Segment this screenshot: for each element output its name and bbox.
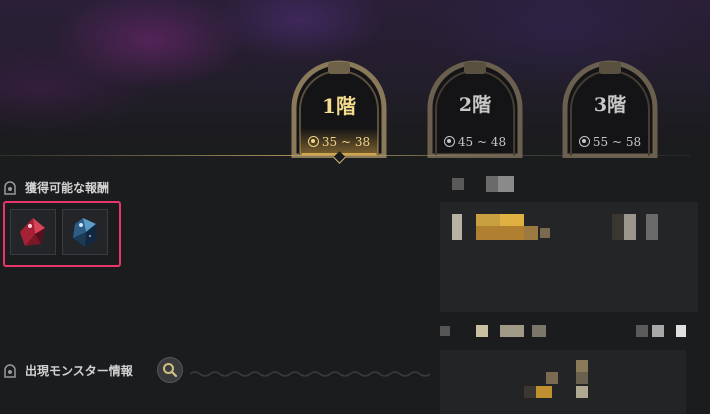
level-gear-icon <box>307 136 319 147</box>
floor-label: 2階 <box>458 94 492 116</box>
level-range-text: 35 ~ 38 <box>321 135 371 149</box>
blue-crystal-icon <box>73 218 97 247</box>
level-range-text: 45 ~ 48 <box>457 135 507 149</box>
tab-floor-2[interactable]: 2階 45 ~ 48 <box>420 58 530 158</box>
monsters-heading: 出現モンスター情報 <box>2 362 133 379</box>
level-range: 35 ~ 38 <box>284 135 394 149</box>
section-marker-icon <box>4 180 16 195</box>
tab-floor-1[interactable]: 1階 35 ~ 38 <box>284 58 394 158</box>
monster-search-button[interactable] <box>157 357 183 383</box>
rewards-heading: 獲得可能な報酬 <box>2 179 109 196</box>
level-range: 45 ~ 48 <box>420 135 530 149</box>
decorative-chain <box>190 371 430 377</box>
tab-floor-3[interactable]: 3階 55 ~ 58 <box>555 58 665 158</box>
level-gear-icon <box>443 136 455 147</box>
reward-item[interactable] <box>10 209 56 255</box>
reward-item[interactable] <box>62 209 108 255</box>
level-range: 55 ~ 58 <box>555 135 665 149</box>
monsters-title: 出現モンスター情報 <box>25 364 133 378</box>
floor-label: 3階 <box>593 94 627 116</box>
red-crystal-icon <box>20 218 45 246</box>
search-icon <box>163 363 178 378</box>
section-marker-icon <box>4 363 16 378</box>
rewards-list <box>3 201 121 267</box>
level-range-text: 55 ~ 58 <box>592 135 642 149</box>
rewards-title: 獲得可能な報酬 <box>25 181 110 195</box>
level-gear-icon <box>578 136 590 147</box>
floor-label: 1階 <box>322 94 356 118</box>
